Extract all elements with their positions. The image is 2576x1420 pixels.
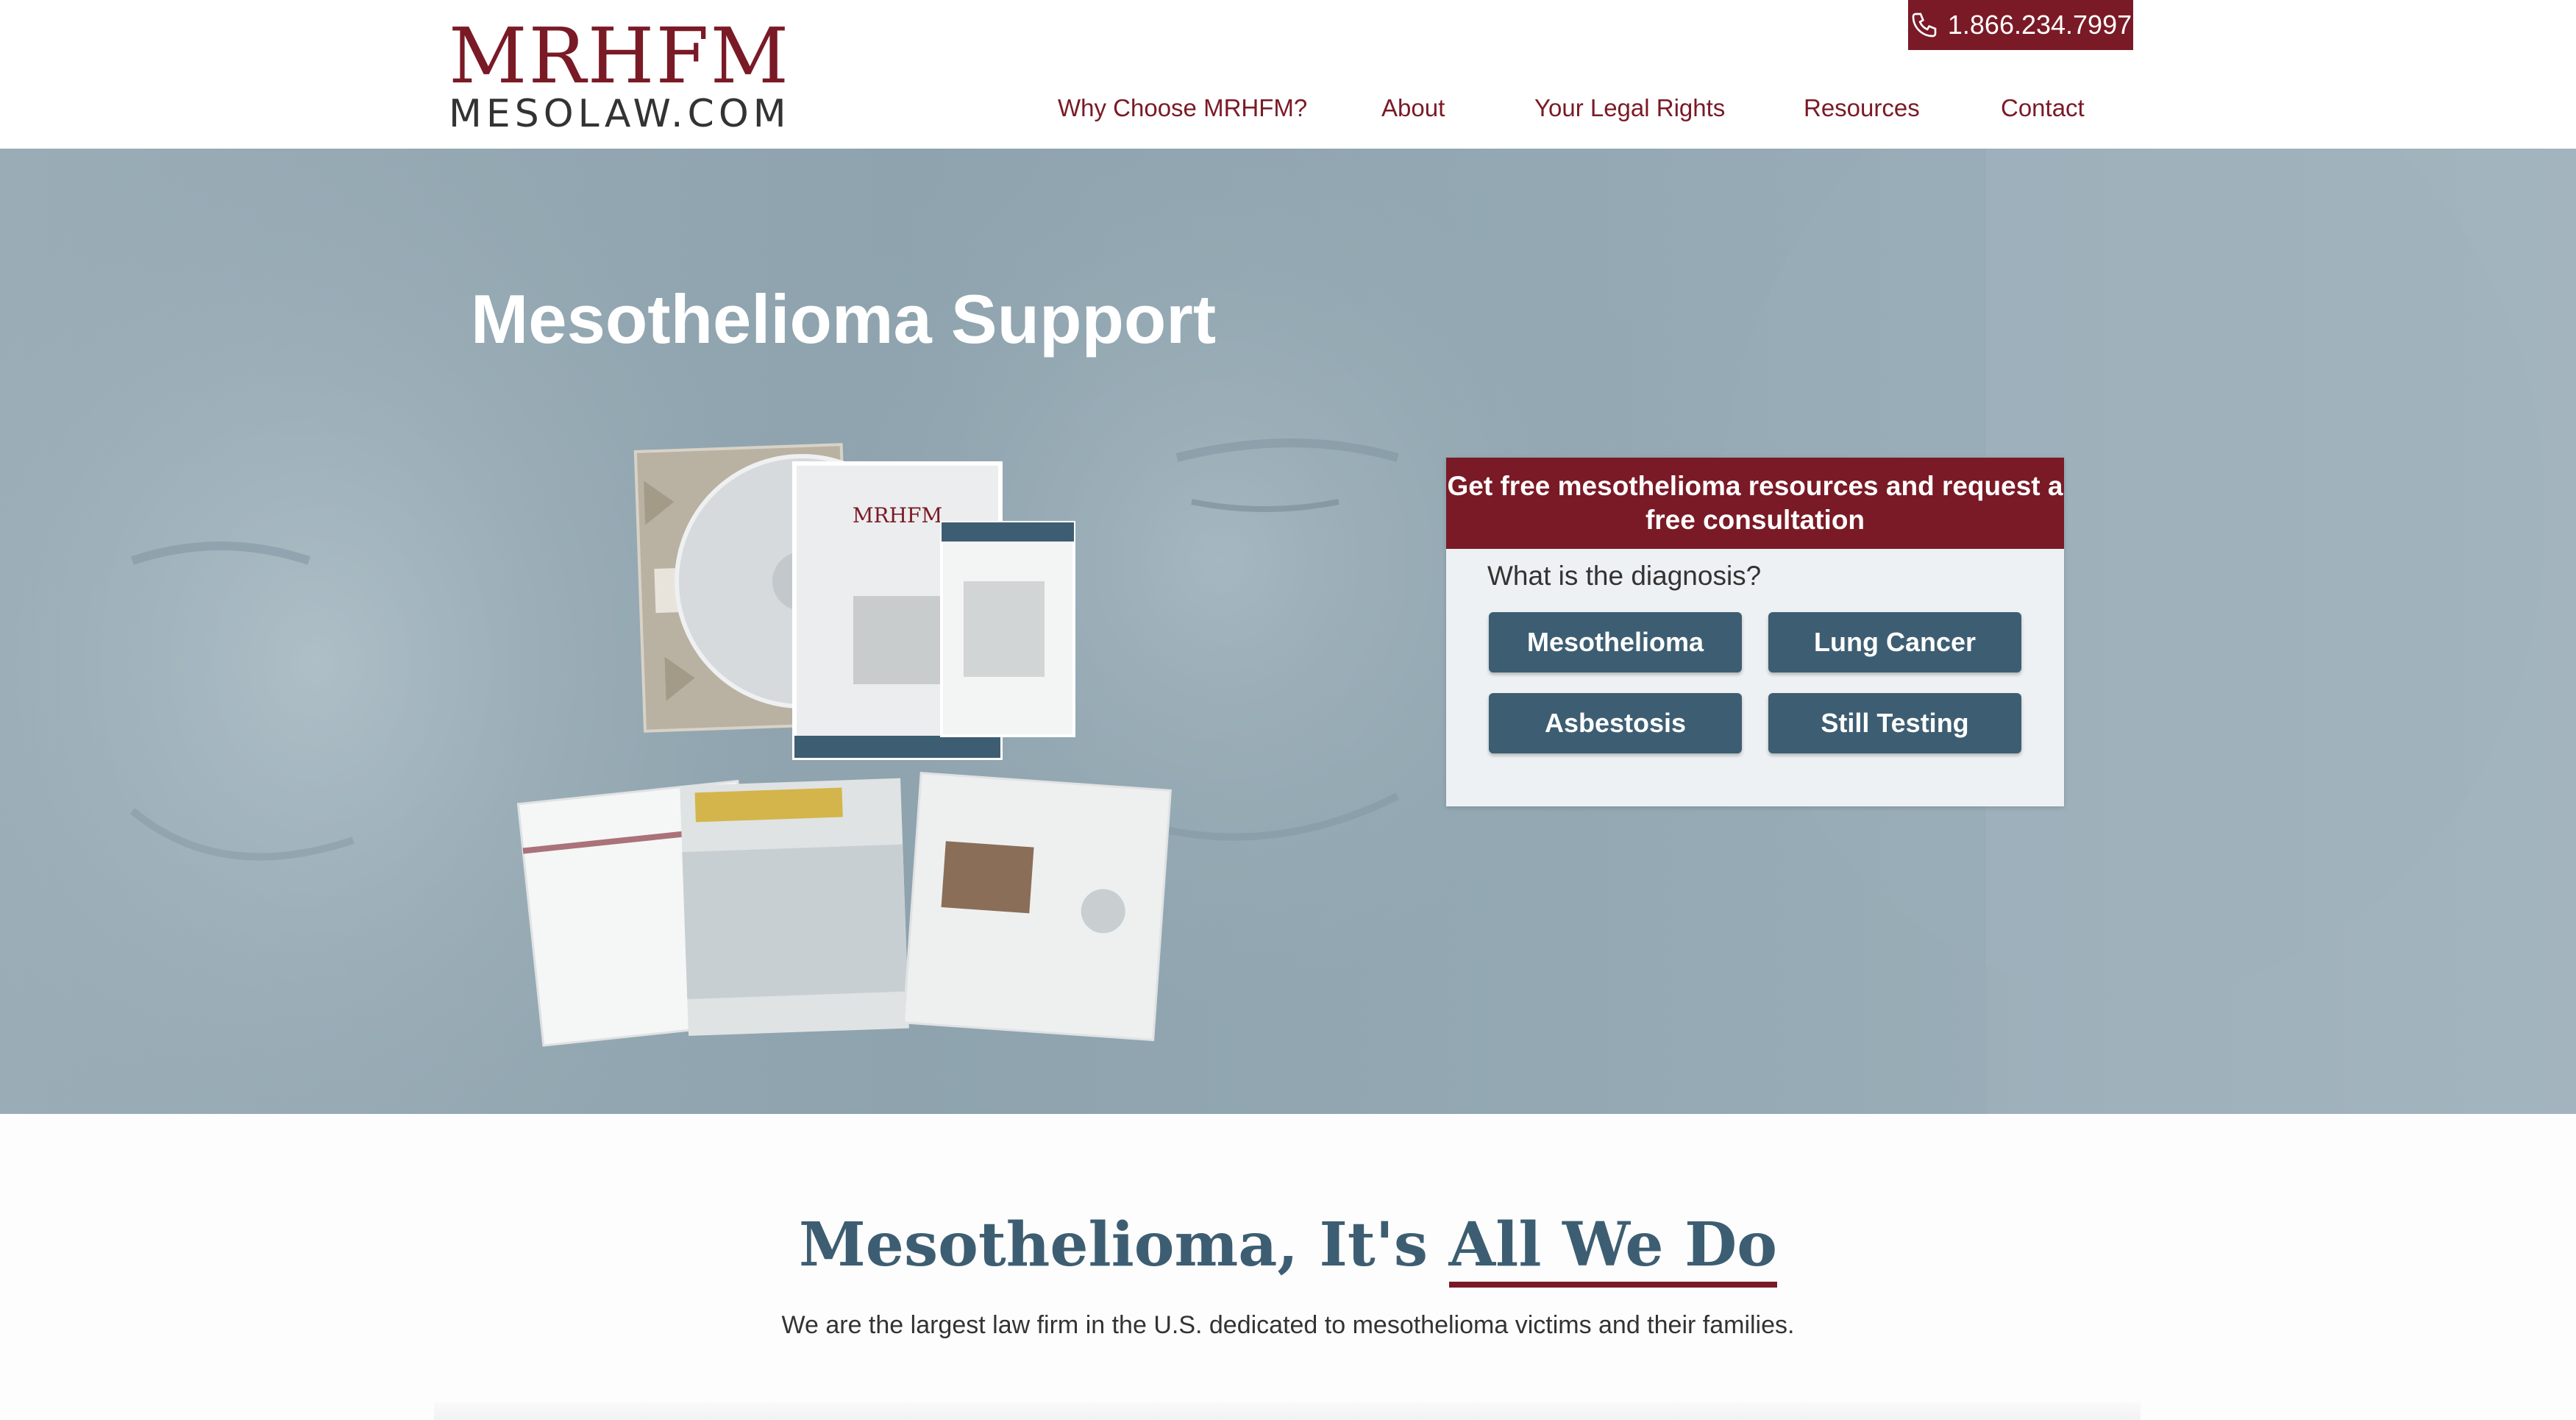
main-nav: Why Choose MRHFM? About Your Legal Right…	[1030, 94, 2133, 128]
nav-about[interactable]: About	[1381, 94, 1445, 122]
brochures-image: MRHFM	[516, 443, 1172, 1047]
section-title: Mesothelioma, It's All We Do	[0, 1210, 2576, 1288]
nav-legal-rights[interactable]: Your Legal Rights	[1534, 94, 1725, 122]
content-strip	[434, 1402, 2141, 1420]
intro-section: Mesothelioma, It's All We Do We are the …	[0, 1114, 2576, 1420]
asbestosis-button[interactable]: Asbestosis	[1489, 693, 1742, 753]
hero-section: Mesothelioma Support MRHFM Get free meso…	[0, 149, 2576, 1114]
section-title-start: Mesothelioma, It's	[799, 1210, 1449, 1280]
still-testing-button[interactable]: Still Testing	[1768, 693, 2021, 753]
consultation-form: Get free mesothelioma resources and requ…	[1446, 458, 2064, 806]
diagnosis-question: What is the diagnosis?	[1487, 561, 1762, 591]
hero-background-image	[0, 149, 2576, 1114]
site-header: MRHFM MESOLAW.COM 1.866.234.7997 Why Cho…	[0, 0, 2576, 149]
phone-number: 1.866.234.7997	[1947, 10, 2132, 40]
phone-button[interactable]: 1.866.234.7997	[1908, 0, 2133, 50]
lung-cancer-button[interactable]: Lung Cancer	[1768, 612, 2021, 672]
phone-icon	[1912, 13, 1937, 38]
nav-why-choose[interactable]: Why Choose MRHFM?	[1058, 94, 1307, 122]
hero-title: Mesothelioma Support	[471, 280, 1217, 358]
logo-main-text: MRHFM	[449, 11, 791, 101]
logo-sub-text: MESOLAW.COM	[449, 92, 791, 136]
mesothelioma-button[interactable]: Mesothelioma	[1489, 612, 1742, 672]
site-logo[interactable]: MRHFM MESOLAW.COM	[449, 11, 791, 136]
svg-text:MRHFM: MRHFM	[853, 503, 942, 528]
section-text: We are the largest law firm in the U.S. …	[781, 1311, 1795, 1339]
form-header: Get free mesothelioma resources and requ…	[1446, 458, 2064, 549]
nav-resources[interactable]: Resources	[1804, 94, 1920, 122]
section-title-emphasis: All We Do	[1448, 1210, 1777, 1288]
nav-contact[interactable]: Contact	[2001, 94, 2085, 122]
